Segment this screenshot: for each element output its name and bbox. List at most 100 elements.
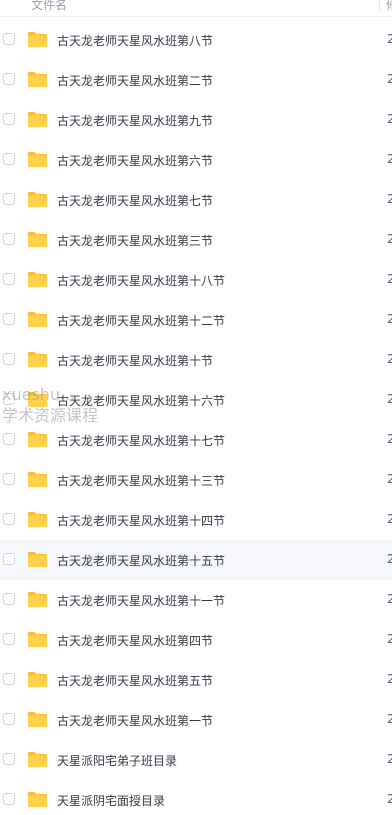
- folder-icon: [27, 191, 48, 208]
- file-name[interactable]: 古天龙老师天星风水班第十七节: [57, 432, 225, 449]
- folder-icon: [27, 471, 48, 488]
- file-list: 古天龙老师天星风水班第八节 2 古天龙老师天星风水班第二节 2 古天龙老师天星风水班第九…: [0, 20, 392, 815]
- file-name[interactable]: 古天龙老师天星风水班第九节: [57, 112, 213, 129]
- row-checkbox[interactable]: [3, 433, 15, 445]
- row-checkbox[interactable]: [3, 233, 15, 245]
- folder-icon: [27, 271, 48, 288]
- row-checkbox[interactable]: [3, 513, 15, 525]
- row-checkbox[interactable]: [3, 353, 15, 365]
- modified-date: 2: [387, 232, 392, 246]
- folder-icon: [27, 351, 48, 368]
- file-name[interactable]: 古天龙老师天星风水班第八节: [57, 32, 213, 49]
- modified-date: 2: [387, 552, 392, 566]
- row-checkbox[interactable]: [3, 273, 15, 285]
- file-row[interactable]: 古天龙老师天星风水班第一节 2: [0, 700, 392, 740]
- row-checkbox[interactable]: [3, 473, 15, 485]
- file-name[interactable]: 古天龙老师天星风水班第七节: [57, 192, 213, 209]
- folder-icon: [27, 151, 48, 168]
- modified-date: 2: [387, 512, 392, 526]
- file-name[interactable]: 天星派阳宅弟子班目录: [57, 752, 177, 769]
- row-checkbox[interactable]: [3, 313, 15, 325]
- folder-icon: [27, 231, 48, 248]
- file-row[interactable]: 古天龙老师天星风水班第十二节 2: [0, 300, 392, 340]
- row-checkbox[interactable]: [3, 553, 15, 565]
- modified-date: 2: [387, 272, 392, 286]
- folder-icon: [27, 631, 48, 648]
- folder-icon: [27, 751, 48, 768]
- file-name[interactable]: 古天龙老师天星风水班第一节: [57, 712, 213, 729]
- folder-icon: [27, 511, 48, 528]
- file-row[interactable]: 古天龙老师天星风水班第二节 2: [0, 60, 392, 100]
- modified-date: 2: [387, 312, 392, 326]
- file-row[interactable]: 古天龙老师天星风水班第十五节 2: [0, 540, 392, 580]
- file-row[interactable]: 古天龙老师天星风水班第十八节 2: [0, 260, 392, 300]
- modified-date: 2: [387, 672, 392, 686]
- row-checkbox[interactable]: [3, 593, 15, 605]
- file-row[interactable]: 古天龙老师天星风水班第十一节 2: [0, 580, 392, 620]
- file-name[interactable]: 古天龙老师天星风水班第五节: [57, 672, 213, 689]
- file-name[interactable]: 古天龙老师天星风水班第十五节: [57, 552, 225, 569]
- file-row[interactable]: 古天龙老师天星风水班第七节 2: [0, 180, 392, 220]
- modified-date: 2: [387, 592, 392, 606]
- modified-date: 2: [387, 192, 392, 206]
- file-name[interactable]: 古天龙老师天星风水班第六节: [57, 152, 213, 169]
- folder-icon: [27, 711, 48, 728]
- folder-icon: [27, 671, 48, 688]
- folder-icon: [27, 71, 48, 88]
- file-name[interactable]: 古天龙老师天星风水班第三节: [57, 232, 213, 249]
- file-row[interactable]: 古天龙老师天星风水班第八节 2: [0, 20, 392, 60]
- modified-date: 2: [387, 112, 392, 126]
- list-header: 文件名 修: [0, 0, 392, 17]
- row-checkbox[interactable]: [3, 673, 15, 685]
- modified-date: 2: [387, 72, 392, 86]
- file-row[interactable]: 古天龙老师天星风水班第十三节 2: [0, 460, 392, 500]
- row-checkbox[interactable]: [3, 113, 15, 125]
- row-checkbox[interactable]: [3, 753, 15, 765]
- file-row[interactable]: 古天龙老师天星风水班第十七节 2: [0, 420, 392, 460]
- modified-date: 2: [387, 392, 392, 406]
- column-divider: [379, 0, 380, 12]
- column-header-modified[interactable]: 修: [386, 0, 392, 13]
- row-checkbox[interactable]: [3, 793, 15, 805]
- row-checkbox[interactable]: [3, 73, 15, 85]
- row-checkbox[interactable]: [3, 153, 15, 165]
- file-name[interactable]: 古天龙老师天星风水班第四节: [57, 632, 213, 649]
- file-list-page: 文件名 修 古天龙老师天星风水班第八节2古天龙老师天星风水班第二节2古天龙老师天…: [0, 0, 392, 815]
- modified-date: 2: [387, 432, 392, 446]
- folder-icon: [27, 791, 48, 808]
- folder-icon: [27, 431, 48, 448]
- row-checkbox[interactable]: [3, 33, 15, 45]
- file-name[interactable]: 古天龙老师天星风水班第十二节: [57, 312, 225, 329]
- folder-icon: [27, 31, 48, 48]
- file-name[interactable]: 天星派阴宅面授目录: [57, 792, 165, 809]
- modified-date: 2: [387, 472, 392, 486]
- row-checkbox[interactable]: [3, 393, 15, 405]
- file-row[interactable]: 天星派阴宅面授目录 2: [0, 780, 392, 815]
- file-row[interactable]: 古天龙老师天星风水班第五节 2: [0, 660, 392, 700]
- file-row[interactable]: 古天龙老师天星风水班第六节 2: [0, 140, 392, 180]
- file-name[interactable]: 古天龙老师天星风水班第十节: [57, 352, 213, 369]
- file-name[interactable]: 古天龙老师天星风水班第十八节: [57, 272, 225, 289]
- folder-icon: [27, 551, 48, 568]
- modified-date: 2: [387, 752, 392, 766]
- row-checkbox[interactable]: [3, 633, 15, 645]
- row-checkbox[interactable]: [3, 713, 15, 725]
- file-row[interactable]: 古天龙老师天星风水班第九节 2: [0, 100, 392, 140]
- row-checkbox[interactable]: [3, 193, 15, 205]
- file-name[interactable]: 古天龙老师天星风水班第十一节: [57, 592, 225, 609]
- file-name[interactable]: 古天龙老师天星风水班第十六节: [57, 392, 225, 409]
- file-row[interactable]: 天星派阳宅弟子班目录 2: [0, 740, 392, 780]
- file-row[interactable]: 古天龙老师天星风水班第十节 2: [0, 340, 392, 380]
- column-header-filename[interactable]: 文件名: [31, 0, 67, 13]
- file-name[interactable]: 古天龙老师天星风水班第二节: [57, 72, 213, 89]
- folder-icon: [27, 311, 48, 328]
- file-name[interactable]: 古天龙老师天星风水班第十四节: [57, 512, 225, 529]
- file-row[interactable]: 古天龙老师天星风水班第十四节 2: [0, 500, 392, 540]
- file-row[interactable]: 古天龙老师天星风水班第三节 2: [0, 220, 392, 260]
- modified-date: 2: [387, 632, 392, 646]
- file-name[interactable]: 古天龙老师天星风水班第十三节: [57, 472, 225, 489]
- folder-icon: [27, 391, 48, 408]
- file-row[interactable]: 古天龙老师天星风水班第四节 2: [0, 620, 392, 660]
- modified-date: 2: [387, 32, 392, 46]
- file-row[interactable]: 古天龙老师天星风水班第十六节 2: [0, 380, 392, 420]
